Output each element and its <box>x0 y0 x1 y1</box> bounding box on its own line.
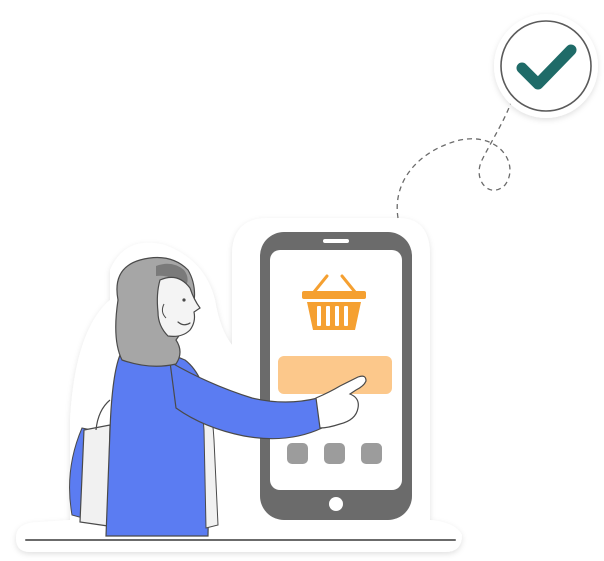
tote-bag <box>79 424 111 527</box>
phone-speaker <box>323 239 349 243</box>
nav-button[interactable] <box>287 443 308 464</box>
nav-button[interactable] <box>324 443 345 464</box>
eye <box>182 298 186 302</box>
illustration-canvas <box>16 14 598 552</box>
dashed-connector <box>396 99 513 219</box>
phone-home-button <box>329 497 343 511</box>
check-badge <box>494 14 598 118</box>
phone <box>260 232 412 520</box>
nav-button[interactable] <box>361 443 382 464</box>
